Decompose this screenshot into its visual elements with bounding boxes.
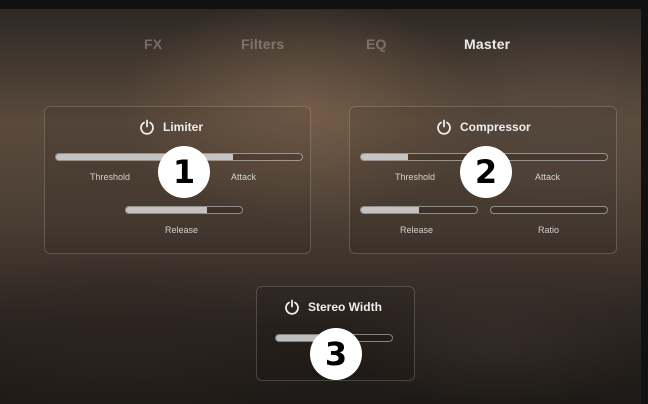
compressor-release-slider[interactable] [360, 206, 478, 214]
top-border [0, 0, 648, 9]
limiter-threshold-label: Threshold [90, 172, 131, 182]
step-badge-3: 3 [310, 328, 362, 380]
step-badge-2: 2 [460, 146, 512, 198]
tab-fx[interactable]: FX [144, 36, 162, 52]
right-border [641, 0, 648, 404]
limiter-release-label: Release [165, 225, 199, 235]
compressor-release-label: Release [400, 225, 434, 235]
compressor-attack-label: Attack [535, 172, 561, 182]
stereo-width-title: Stereo Width [308, 300, 382, 314]
step-badge-1: 1 [158, 146, 210, 198]
limiter-attack-label: Attack [231, 172, 257, 182]
tab-master[interactable]: Master [464, 36, 510, 52]
tab-eq[interactable]: EQ [366, 36, 387, 52]
compressor-ratio-label: Ratio [538, 225, 560, 235]
power-icon[interactable] [284, 299, 300, 315]
compressor-release-fill [361, 207, 419, 213]
compressor-ratio-slider[interactable] [490, 206, 608, 214]
compressor-header: Compressor [436, 119, 531, 135]
stereo-width-header: Stereo Width [284, 299, 382, 315]
compressor-threshold-fill [361, 154, 408, 160]
limiter-title: Limiter [163, 120, 204, 134]
compressor-title: Compressor [460, 120, 531, 134]
compressor-threshold-label: Threshold [395, 172, 436, 182]
power-icon[interactable] [436, 119, 452, 135]
tab-filters[interactable]: Filters [241, 36, 284, 52]
power-icon[interactable] [139, 119, 155, 135]
limiter-release-slider[interactable] [125, 206, 243, 214]
limiter-header: Limiter [139, 119, 203, 135]
limiter-release-fill [126, 207, 208, 213]
